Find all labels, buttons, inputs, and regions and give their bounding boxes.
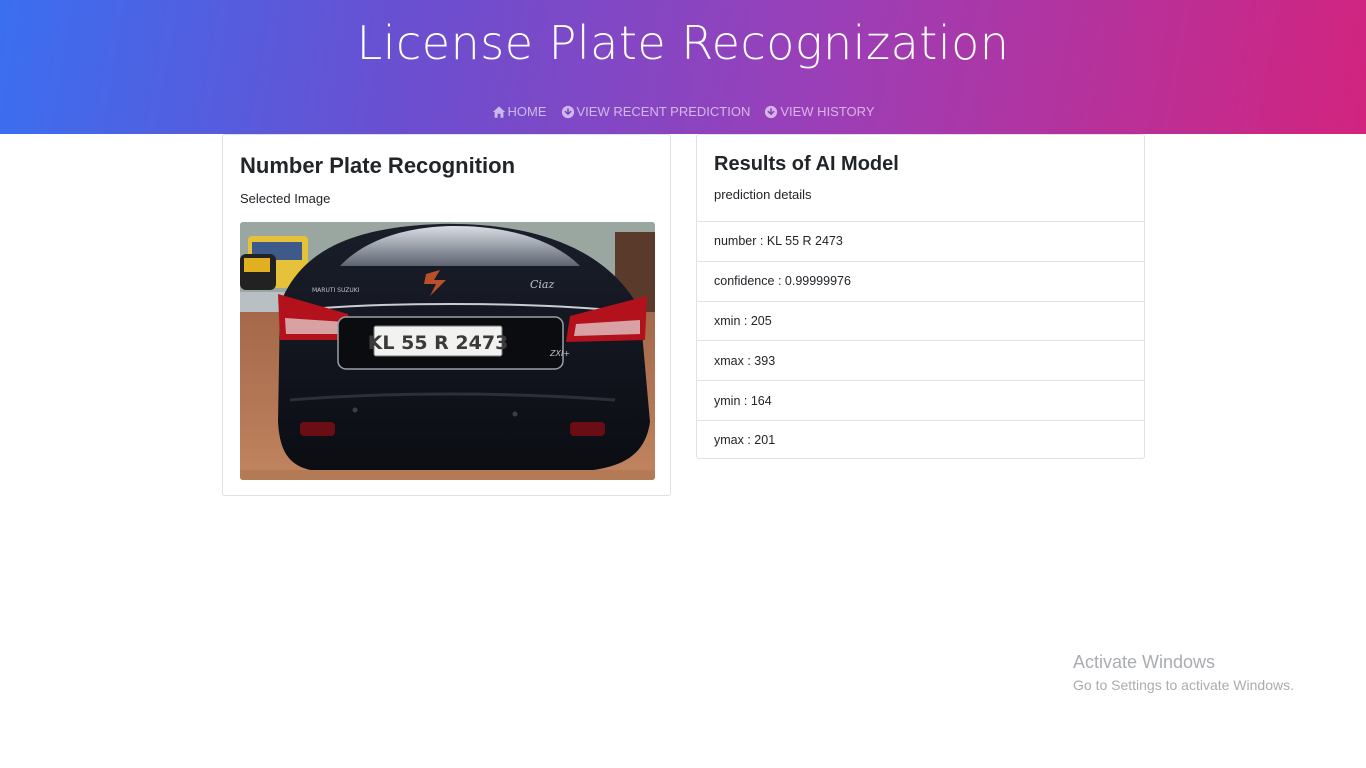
nav-home-link[interactable]: HOME [492, 103, 547, 121]
selected-image-card: Number Plate Recognition Selected Image [222, 134, 671, 496]
nav-history-label: VIEW HISTORY [780, 104, 875, 119]
result-item-xmax: xmax : 393 [697, 340, 1144, 380]
result-value: 393 [754, 353, 776, 368]
result-value: 0.99999976 [784, 274, 851, 289]
nav-home-label: HOME [507, 104, 547, 119]
site-title: License Plate Recognization [356, 16, 1010, 70]
car-image: KL 55 R 2473 MARUTI SUZUKI Ciaz ZXI+ [240, 222, 655, 480]
result-key: ymax [714, 433, 744, 448]
result-value: 164 [750, 393, 772, 408]
watermark-subtitle: Go to Settings to activate Windows. [1073, 677, 1294, 693]
results-card: Results of AI Model prediction details n… [696, 134, 1145, 459]
result-value: KL 55 R 2473 [766, 234, 843, 249]
activate-windows-watermark: Activate Windows Go to Settings to activ… [1073, 651, 1294, 695]
nav-history-link[interactable]: VIEW HISTORY [764, 103, 875, 121]
arrow-circle-down-icon [561, 105, 575, 119]
result-item-confidence: confidence : 0.99999976 [697, 260, 1144, 301]
car-photo-illustration: KL 55 R 2473 MARUTI SUZUKI Ciaz ZXI+ [240, 222, 655, 480]
result-key: ymin [714, 393, 741, 408]
card-subtitle: Selected Image [240, 191, 331, 206]
result-item-number: number : KL 55 R 2473 [697, 221, 1144, 261]
result-key: confidence [714, 274, 775, 289]
watermark-title: Activate Windows [1073, 652, 1216, 672]
arrow-circle-down-icon [764, 105, 778, 119]
home-icon [492, 105, 506, 119]
model-badge: Ciaz [530, 278, 554, 291]
result-key: number [714, 234, 757, 249]
result-item-xmin: xmin : 205 [697, 300, 1144, 341]
card-title: Number Plate Recognition [240, 153, 516, 178]
card-title: Results of AI Model [714, 153, 899, 175]
result-key: xmax [714, 353, 744, 368]
page-header: License Plate Recognization HOME VIEW RE… [0, 0, 1366, 134]
plate-text: KL 55 R 2473 [368, 332, 509, 354]
result-value: 205 [750, 313, 772, 328]
result-item-ymin: ymin : 164 [697, 380, 1144, 420]
results-list: number : KL 55 R 2473 confidence : 0.999… [697, 221, 1144, 460]
result-value: 201 [754, 433, 776, 448]
nav-recent-prediction-link[interactable]: VIEW RECENT PREDICTION [561, 103, 751, 121]
trim-badge: ZXI+ [549, 349, 570, 358]
brand-badge: MARUTI SUZUKI [312, 287, 360, 294]
main-nav: HOME VIEW RECENT PREDICTION VIEW HISTORY [0, 103, 1366, 121]
nav-recent-prediction-label: VIEW RECENT PREDICTION [576, 104, 751, 119]
card-subtitle: prediction details [714, 187, 812, 202]
result-item-ymax: ymax : 201 [697, 419, 1144, 460]
result-key: xmin [714, 313, 741, 328]
